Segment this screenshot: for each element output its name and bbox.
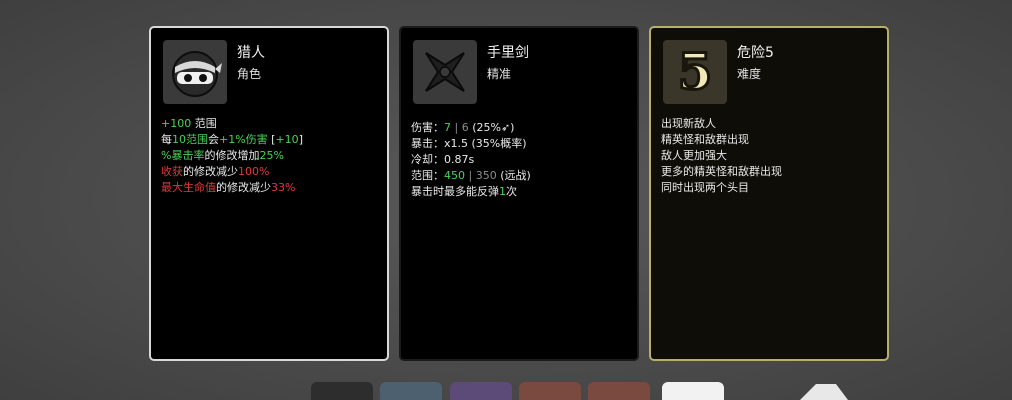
stat-line: +100 范围 [161,116,379,132]
stat-text: 出现新敌人 [661,117,716,130]
stat-text: 精英怪和敌群出现 [661,133,749,146]
stat-text: 7 [444,121,451,134]
stat-text: 收获 [161,165,183,178]
stat-text: +10 [275,133,299,146]
stat-line: 收获的修改减少100% [161,164,379,180]
slot-6[interactable] [662,382,724,400]
stat-text: 25% [259,149,284,162]
stat-line: 暴击：x1.5 (35%概率) [411,136,629,152]
difficulty-card[interactable]: 5 危险5 难度 出现新敌人精英怪和敌群出现 敌人更加强大更多的精英怪和敌群出现同… [649,26,889,361]
slot-1[interactable] [311,382,373,400]
stat-text: 同时出现两个头目 [661,181,749,194]
stat-text: | 6 [451,121,473,134]
stat-line: 精英怪和敌群出现 [661,132,879,148]
stat-text: (远战) [500,169,531,182]
ninja-head-icon [163,40,227,104]
card-stats: +100 范围 每10范围会+1%伤害 [+10] %暴击率的修改增加25% 收获的修… [161,116,379,196]
stat-text: 暴击时最多能反弹 [411,185,499,198]
stat-text: 敌人更加强大 [661,149,727,162]
stat-text: 最大生命值 [161,181,216,194]
stat-text: 冷却：0.87s [411,153,475,166]
card-subtitle: 精准 [487,67,512,81]
stat-text: %暴击率 [161,149,205,162]
slot-5[interactable] [588,382,650,400]
shuriken-icon [413,40,477,104]
slot-2[interactable] [380,382,442,400]
stat-line: 范围：450 | 350 (远战) [411,168,629,184]
stat-text: 450 [444,169,465,182]
stat-text: 33% [271,181,296,194]
stat-text: 100% [238,165,270,178]
stat-text: 范围 [186,133,208,146]
stat-text: ] [298,133,303,146]
card-stats: 出现新敌人精英怪和敌群出现 敌人更加强大更多的精英怪和敌群出现 同时出现两个头目 [661,116,879,196]
stat-line: %暴击率的修改增加25% [161,148,379,164]
stat-line: 最大生命值的修改减少33% [161,180,379,196]
stat-text: 的修改减少 [183,165,238,178]
stat-text: ) [510,121,515,134]
character-card[interactable]: 猎人 角色 +100 范围 每10范围会+1%伤害 [+10] %暴击率的修改增加2… [149,26,389,361]
stat-line: 每10范围会+1%伤害 [+10] [161,132,379,148]
card-subtitle: 角色 [237,67,262,81]
card-stats: 伤害：7 | 6 (25%➶) 暴击：x1.5 (35%概率) 冷却：0.87s 范围… [411,120,629,200]
stat-text: 的修改减少 [216,181,271,194]
stat-text: 会 [208,133,219,146]
arrow-icon [800,384,848,400]
danger-5-icon: 5 [663,40,727,104]
stat-line: 同时出现两个头目 [661,180,879,196]
stat-line: 敌人更加强大 [661,148,879,164]
slot-4[interactable] [519,382,581,400]
stat-text: 暴击：x1.5 (35%概率) [411,137,527,150]
stat-text: +100 [161,117,192,130]
stat-text: 范围 [191,117,217,130]
stat-text: +1%伤害 [219,133,268,146]
stat-line: 伤害：7 | 6 (25%➶) [411,120,629,136]
stat-line: 冷却：0.87s [411,152,629,168]
card-subtitle: 难度 [737,67,762,81]
stat-text: (25% [472,121,501,134]
card-title: 猎人 [237,45,265,61]
stat-line: 更多的精英怪和敌群出现 [661,164,879,180]
card-title: 危险5 [737,45,774,61]
stat-text: ➶ [500,121,511,134]
stat-text: 10 [172,133,186,146]
bottom-slot-bar [0,382,1012,400]
stat-text: 的修改增加 [204,149,260,162]
stat-text: | 350 [465,169,501,182]
stat-text: 范围： [411,169,444,182]
stat-text: 伤害： [411,121,444,134]
slot-3[interactable] [450,382,512,400]
danger-level-number: 5 [676,42,714,101]
stat-text: 每 [161,133,172,146]
stat-text: 次 [506,185,517,198]
stat-line: 出现新敌人 [661,116,879,132]
stat-text: 1 [499,185,506,198]
weapon-card[interactable]: 手里剑 精准 伤害：7 | 6 (25%➶) 暴击：x1.5 (35%概率) 冷却：… [399,26,639,361]
stat-text: 更多的精英怪和敌群出现 [661,165,782,178]
card-title: 手里剑 [487,45,529,61]
stat-line: 暴击时最多能反弹1次 [411,184,629,200]
